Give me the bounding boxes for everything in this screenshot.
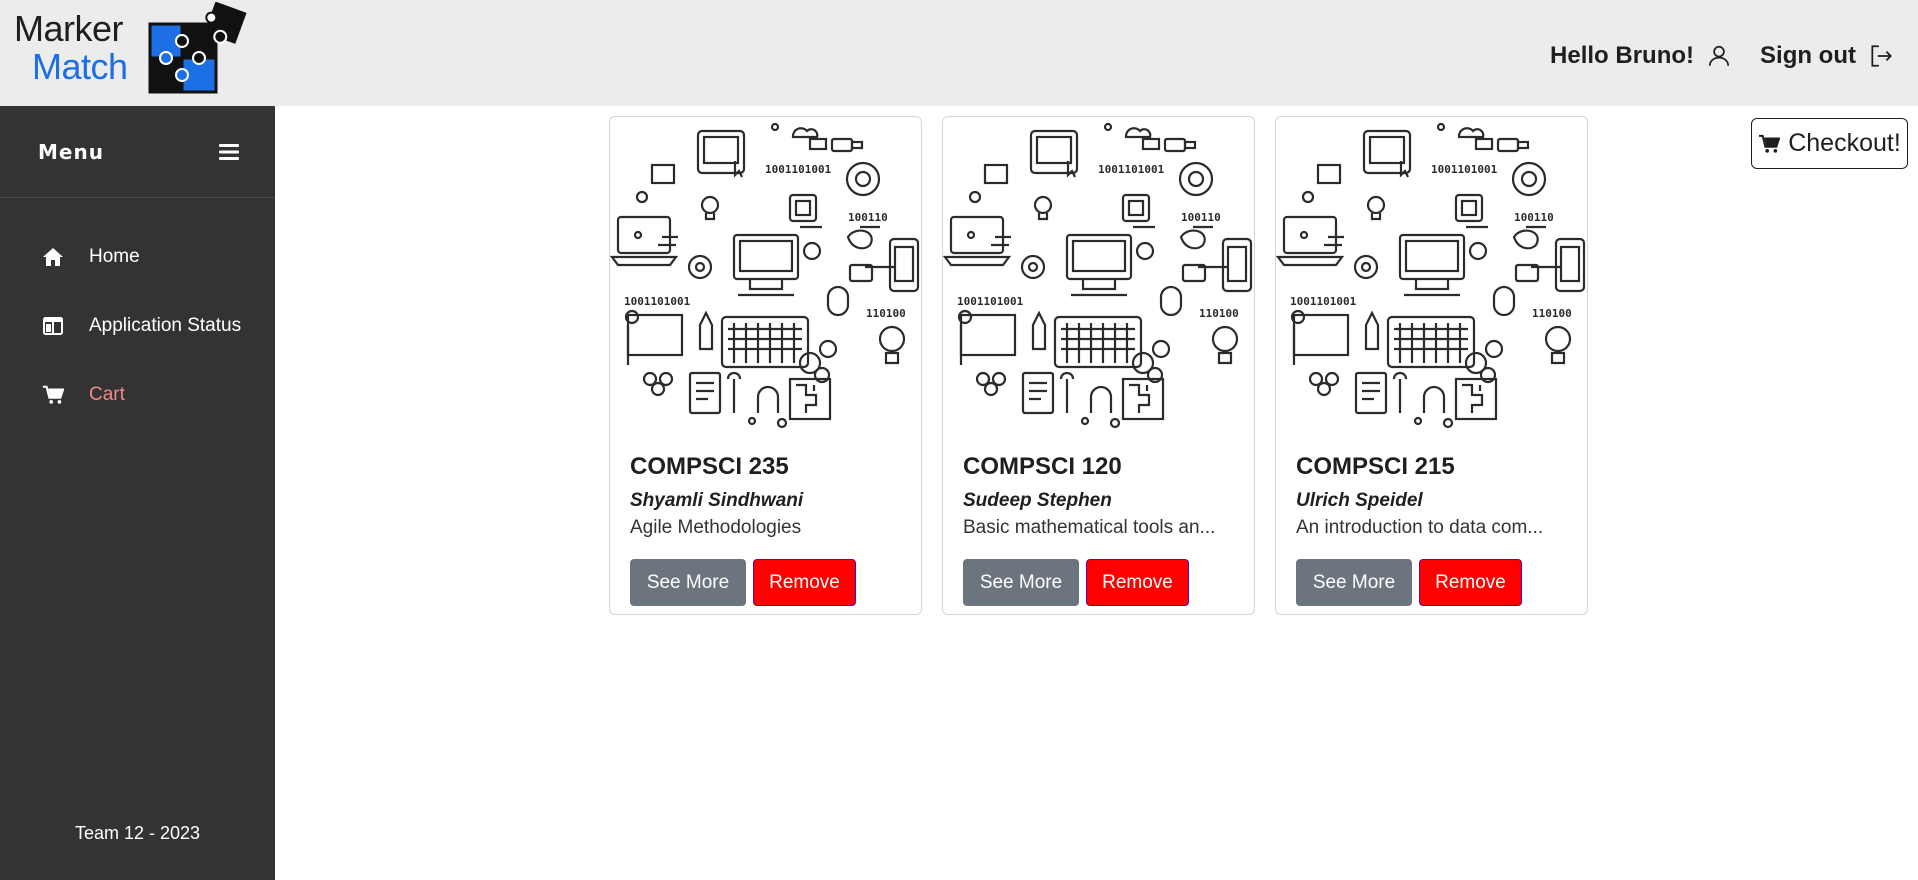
svg-text:100110: 100110 [848, 211, 888, 224]
course-card: 1001101001 100110 1001101001 110100 COMP… [609, 116, 922, 615]
card-body: COMPSCI 235 Shyamli Sindhwani Agile Meth… [610, 431, 921, 606]
course-card: 1001101001 100110 1001101001 110100 COMP… [1275, 116, 1588, 615]
course-illustration-image: 1001101001 100110 1001101001 110100 [610, 122, 920, 429]
see-more-button[interactable]: See More [963, 559, 1079, 606]
svg-text:100110: 100110 [1181, 211, 1221, 224]
course-description: An introduction to data com... [1296, 517, 1544, 538]
see-more-button[interactable]: See More [630, 559, 746, 606]
sidebar-item-cart[interactable]: Cart [0, 360, 275, 429]
sidebar-item-label: Cart [89, 383, 125, 405]
course-instructor: Sudeep Stephen [963, 490, 1112, 511]
top-header: Marker Match Hello Bruno! Sign out [0, 0, 1918, 106]
greeting-link[interactable]: Hello Bruno! [1550, 42, 1732, 70]
sidebar-item-label: Application Status [89, 314, 242, 336]
course-description: Agile Methodologies [630, 517, 802, 538]
sidebar: Menu Home Application Status Cart Team 1… [0, 106, 275, 880]
home-icon [42, 246, 64, 268]
sidebar-item-home[interactable]: Home [0, 222, 275, 291]
course-instructor: Shyamli Sindhwani [630, 490, 804, 511]
svg-text:100110: 100110 [1514, 211, 1554, 224]
sidebar-item-label: Home [89, 245, 140, 267]
svg-text:1001101001: 1001101001 [957, 295, 1024, 308]
remove-button[interactable]: Remove [1086, 559, 1189, 606]
svg-text:110100: 110100 [866, 307, 906, 320]
svg-text:1001101001: 1001101001 [624, 295, 691, 308]
card-actions: See More Remove [630, 559, 901, 606]
see-more-button[interactable]: See More [1296, 559, 1412, 606]
svg-text:1001101001: 1001101001 [1098, 163, 1165, 176]
puzzle-logo-icon [148, 2, 247, 94]
svg-text:1001101001: 1001101001 [765, 163, 832, 176]
course-title: COMPSCI 235 [630, 453, 789, 480]
remove-button[interactable]: Remove [1419, 559, 1522, 606]
marker-match-logo[interactable]: Marker Match [14, 2, 247, 96]
greeting-text: Hello Bruno! [1550, 42, 1695, 69]
header-user-area: Hello Bruno! Sign out [1550, 36, 1894, 76]
cart-icon [42, 384, 64, 406]
cart-course-list: 1001101001 100110 1001101001 110100 COMP… [609, 116, 1588, 615]
course-description: Basic mathematical tools an... [963, 517, 1216, 538]
checkout-label: Checkout! [1788, 129, 1901, 157]
course-title: COMPSCI 215 [1296, 453, 1455, 480]
columns-icon [42, 315, 64, 337]
course-illustration-image: 1001101001 100110 1001101001 110100 [943, 122, 1253, 429]
svg-text:1001101001: 1001101001 [1290, 295, 1357, 308]
logo-text-marker: Marker [14, 8, 124, 49]
sidebar-footer-text: Team 12 - 2023 [74, 823, 201, 843]
sign-out-link[interactable]: Sign out [1760, 42, 1894, 70]
logo-text-match: Match [32, 46, 128, 87]
menu-title: Menu [38, 139, 104, 164]
svg-text:110100: 110100 [1199, 307, 1239, 320]
course-title: COMPSCI 120 [963, 453, 1122, 480]
course-instructor: Ulrich Speidel [1296, 490, 1423, 511]
sign-out-icon [1871, 45, 1892, 67]
remove-button[interactable]: Remove [753, 559, 856, 606]
hamburger-icon[interactable] [219, 143, 239, 161]
sidebar-nav: Home Application Status Cart [0, 198, 275, 429]
sidebar-menu-header: Menu [0, 106, 275, 198]
card-body: COMPSCI 215 Ulrich Speidel An introducti… [1276, 431, 1587, 606]
sidebar-item-application-status[interactable]: Application Status [0, 291, 275, 360]
sign-out-text: Sign out [1760, 42, 1856, 69]
course-illustration-image: 1001101001 100110 1001101001 110100 [1276, 122, 1586, 429]
course-card: 1001101001 100110 1001101001 110100 COMP… [942, 116, 1255, 615]
cart-icon [1759, 134, 1781, 153]
svg-text:1001101001: 1001101001 [1431, 163, 1498, 176]
user-icon [1708, 45, 1730, 66]
svg-text:110100: 110100 [1532, 307, 1572, 320]
card-actions: See More Remove [963, 559, 1234, 606]
checkout-button[interactable]: Checkout! [1751, 118, 1908, 169]
card-body: COMPSCI 120 Sudeep Stephen Basic mathema… [943, 431, 1254, 606]
card-actions: See More Remove [1296, 559, 1567, 606]
